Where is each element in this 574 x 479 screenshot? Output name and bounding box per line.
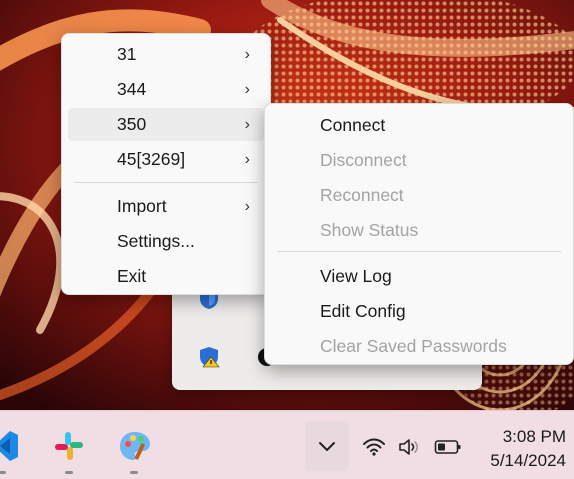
slack-icon[interactable] (52, 429, 86, 463)
menu-separator (74, 182, 258, 183)
security-warning-icon[interactable] (198, 346, 220, 368)
chevron-right-icon: › (244, 198, 250, 215)
running-indicator (0, 471, 6, 474)
menu-item-label: View Log (320, 266, 392, 286)
menu-item-350[interactable]: 350 › (68, 108, 264, 141)
chevron-right-icon: › (244, 151, 250, 168)
vscode-icon[interactable] (0, 429, 20, 463)
menu-item-settings[interactable]: Settings... (68, 225, 264, 258)
menu-item-label: 344 (117, 79, 147, 99)
menu-item-45[interactable]: 45[3269] › (68, 143, 264, 176)
chevron-right-icon: › (244, 46, 250, 63)
menu-item-label: 31 (117, 44, 137, 64)
menu-item-label: Disconnect (320, 150, 407, 170)
clock-date: 5/14/2024 (490, 451, 566, 470)
menu-item-label: 45[3269] (117, 149, 186, 169)
menu-item-view-log[interactable]: View Log (271, 260, 567, 293)
menu-item-exit[interactable]: Exit (68, 260, 264, 293)
menu-item-reconnect: Reconnect (271, 179, 567, 212)
menu-item-show-status: Show Status (271, 214, 567, 247)
menu-item-label: Exit (117, 266, 147, 286)
menu-item-import[interactable]: Import › (68, 190, 264, 223)
show-hidden-icons-button[interactable] (305, 421, 349, 471)
wifi-icon[interactable] (362, 437, 386, 457)
taskbar: 3:08 PM 5/14/2024 (0, 410, 574, 479)
menu-item-label: Clear Saved Passwords (320, 336, 507, 356)
menu-item-connect[interactable]: Connect (271, 109, 567, 142)
clock-time: 3:08 PM (502, 427, 566, 446)
menu-item-label: Connect (320, 115, 386, 135)
menu-item-label: 350 (117, 114, 147, 134)
paint-icon[interactable] (118, 429, 152, 463)
menu-item-label: Settings... (117, 231, 195, 251)
menu-separator (277, 251, 561, 252)
tray-context-menu: 31 › 344 › 350 › 45[3269] › Import › Set… (61, 33, 271, 295)
menu-item-clear-saved-passwords: Clear Saved Passwords (271, 330, 567, 363)
running-indicator (65, 471, 73, 474)
menu-item-31[interactable]: 31 › (68, 38, 264, 71)
menu-item-344[interactable]: 344 › (68, 73, 264, 106)
connection-submenu: Connect Disconnect Reconnect Show Status… (264, 103, 574, 365)
volume-icon[interactable] (397, 437, 421, 457)
running-indicator (130, 471, 138, 474)
menu-item-label: Show Status (320, 220, 419, 240)
chevron-down-icon (319, 442, 335, 451)
menu-item-disconnect: Disconnect (271, 144, 567, 177)
chevron-right-icon: › (244, 116, 250, 133)
menu-item-edit-config[interactable]: Edit Config (271, 295, 567, 328)
menu-item-label: Edit Config (320, 301, 406, 321)
menu-item-label: Import (117, 196, 167, 216)
menu-item-label: Reconnect (320, 185, 404, 205)
system-clock[interactable]: 3:08 PM 5/14/2024 (490, 425, 566, 473)
battery-icon[interactable] (434, 439, 462, 455)
chevron-right-icon: › (244, 81, 250, 98)
